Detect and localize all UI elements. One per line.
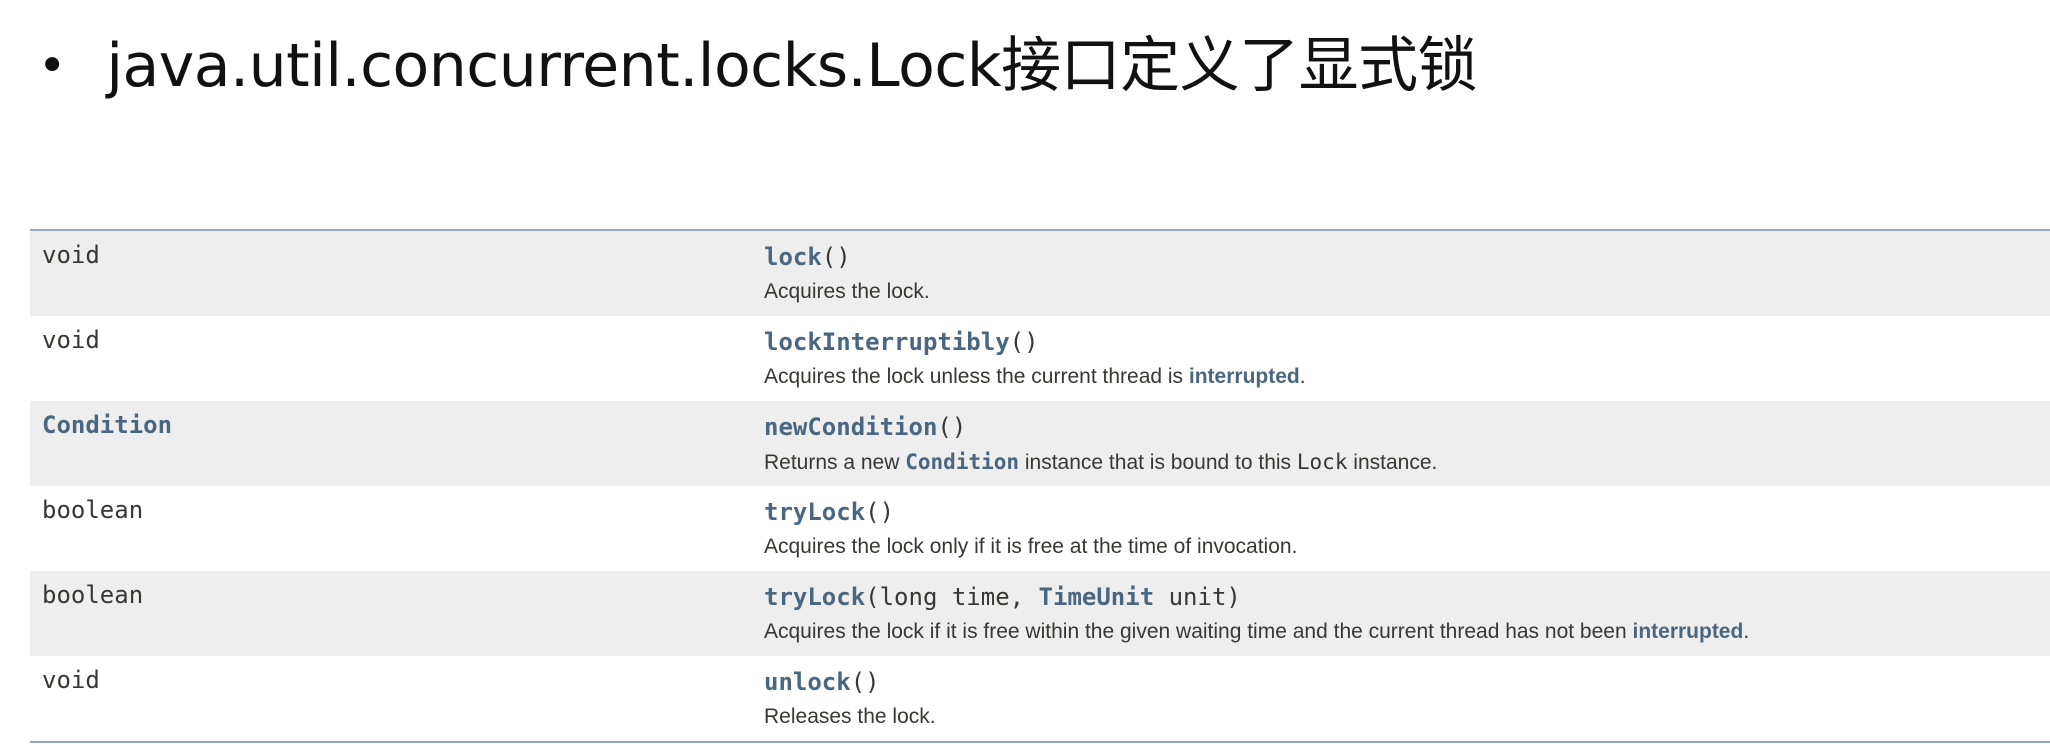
slide-heading: java.util.concurrent.locks.Lock接口定义了显式锁 <box>106 31 1478 101</box>
method-link-try-lock[interactable]: tryLock <box>764 498 865 526</box>
method-args-open: (long time, <box>865 583 1039 611</box>
method-link-new-condition[interactable]: newCondition <box>764 413 937 441</box>
table-row-lock-interruptibly: void lockInterruptibly() Acquires the lo… <box>30 316 2050 401</box>
method-link-try-lock-timed[interactable]: tryLock <box>764 583 865 611</box>
desc-text-end: . <box>1743 620 1750 643</box>
return-type: boolean <box>42 581 144 609</box>
method-description: Acquires the lock. <box>764 280 930 303</box>
method-link-lock-interruptibly[interactable]: lockInterruptibly <box>764 328 1010 356</box>
method-description: Releases the lock. <box>764 705 936 728</box>
method-args-open: ( <box>937 413 952 441</box>
method-cell: tryLock() Acquires the lock only if it i… <box>730 486 2050 571</box>
table-row-lock: void lock() Acquires the lock. <box>30 231 2050 316</box>
return-type: void <box>42 326 100 354</box>
method-args-close: ) <box>1024 328 1039 356</box>
method-description: Acquires the lock if it is free within t… <box>764 617 2050 647</box>
interrupted-link[interactable]: interrupted <box>1632 620 1743 643</box>
method-cell: lockInterruptibly() Acquires the lock un… <box>730 316 2050 401</box>
method-signature: tryLock(long time, TimeUnit unit) <box>764 581 2050 613</box>
method-signature: newCondition() <box>764 411 2050 443</box>
method-link-unlock[interactable]: unlock <box>764 668 851 696</box>
return-type-condition-link[interactable]: Condition <box>30 401 730 486</box>
lock-code: Lock <box>1296 450 1348 474</box>
method-description: Acquires the lock unless the current thr… <box>764 362 2050 392</box>
desc-text: Acquires the lock if it is free within t… <box>764 620 1633 643</box>
method-cell: unlock() Releases the lock. <box>730 656 2050 741</box>
desc-text: Acquires the lock unless the current thr… <box>764 365 1189 388</box>
desc-text-end: instance. <box>1347 451 1438 474</box>
desc-text-mid: instance that is bound to this <box>1019 451 1297 474</box>
method-signature: unlock() <box>764 666 2050 698</box>
table-row-try-lock-timed: boolean tryLock(long time, TimeUnit unit… <box>30 571 2050 656</box>
method-args-open: ( <box>821 243 837 271</box>
desc-text-end: . <box>1299 365 1306 388</box>
slide-bullet: • java.util.concurrent.locks.Lock接口定义了显式… <box>38 30 1478 102</box>
method-args-close: ) <box>865 668 880 696</box>
method-args-open: ( <box>1009 328 1025 356</box>
method-link-lock[interactable]: lock <box>764 243 822 271</box>
method-args-close: ) <box>879 498 895 526</box>
return-type: void <box>42 666 100 694</box>
method-signature: lock() <box>764 241 2050 273</box>
method-args-open: ( <box>850 668 866 696</box>
table-row-new-condition: Condition newCondition() Returns a new C… <box>30 401 2050 486</box>
method-cell: newCondition() Returns a new Condition i… <box>730 401 2050 486</box>
timeunit-link[interactable]: TimeUnit <box>1039 583 1155 611</box>
table-row-try-lock: boolean tryLock() Acquires the lock only… <box>30 486 2050 571</box>
method-summary-table: void lock() Acquires the lock. void lock… <box>30 229 2050 743</box>
method-description: Acquires the lock only if it is free at … <box>764 535 1298 558</box>
method-cell: lock() Acquires the lock. <box>730 231 2050 316</box>
method-args-close: ) <box>836 243 851 271</box>
return-type: void <box>42 241 100 269</box>
method-signature: tryLock() <box>764 496 2050 528</box>
method-cell: tryLock(long time, TimeUnit unit) Acquir… <box>730 571 2050 656</box>
method-args-open: ( <box>865 498 880 526</box>
return-type: boolean <box>42 496 144 524</box>
table-row-unlock: void unlock() Releases the lock. <box>30 656 2050 741</box>
condition-link[interactable]: Condition <box>905 450 1019 474</box>
method-description: Returns a new Condition instance that is… <box>764 447 2050 478</box>
interrupted-link[interactable]: interrupted <box>1189 365 1300 388</box>
bullet-dot-icon: • <box>38 38 67 94</box>
method-args-close: unit) <box>1154 583 1241 611</box>
desc-text: Returns a new <box>764 451 906 474</box>
method-args-close: ) <box>951 413 967 441</box>
method-signature: lockInterruptibly() <box>764 326 2050 358</box>
